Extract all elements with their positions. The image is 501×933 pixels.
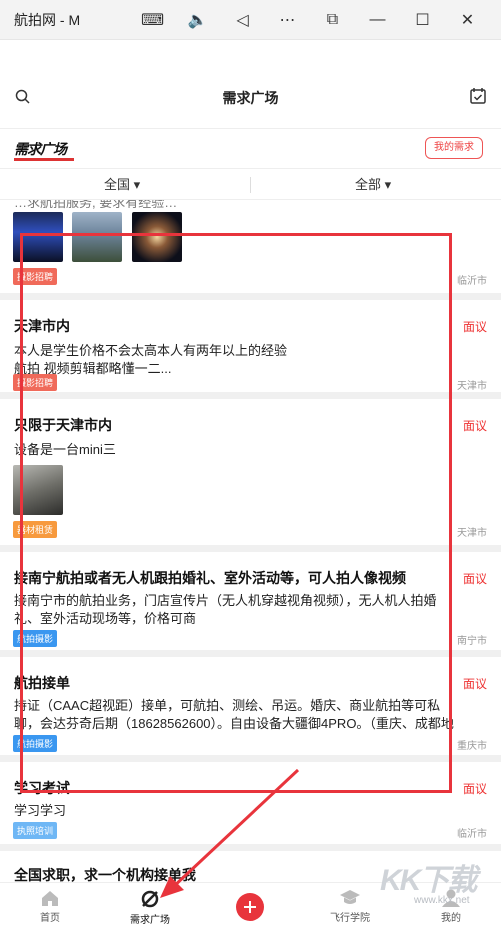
annotation-arrow bbox=[160, 768, 300, 898]
watermark-url: www.kkx.net bbox=[414, 895, 470, 906]
watermark-text: KK下载 bbox=[380, 864, 477, 897]
watermark: KK下载 www.kkx.net bbox=[380, 855, 477, 906]
